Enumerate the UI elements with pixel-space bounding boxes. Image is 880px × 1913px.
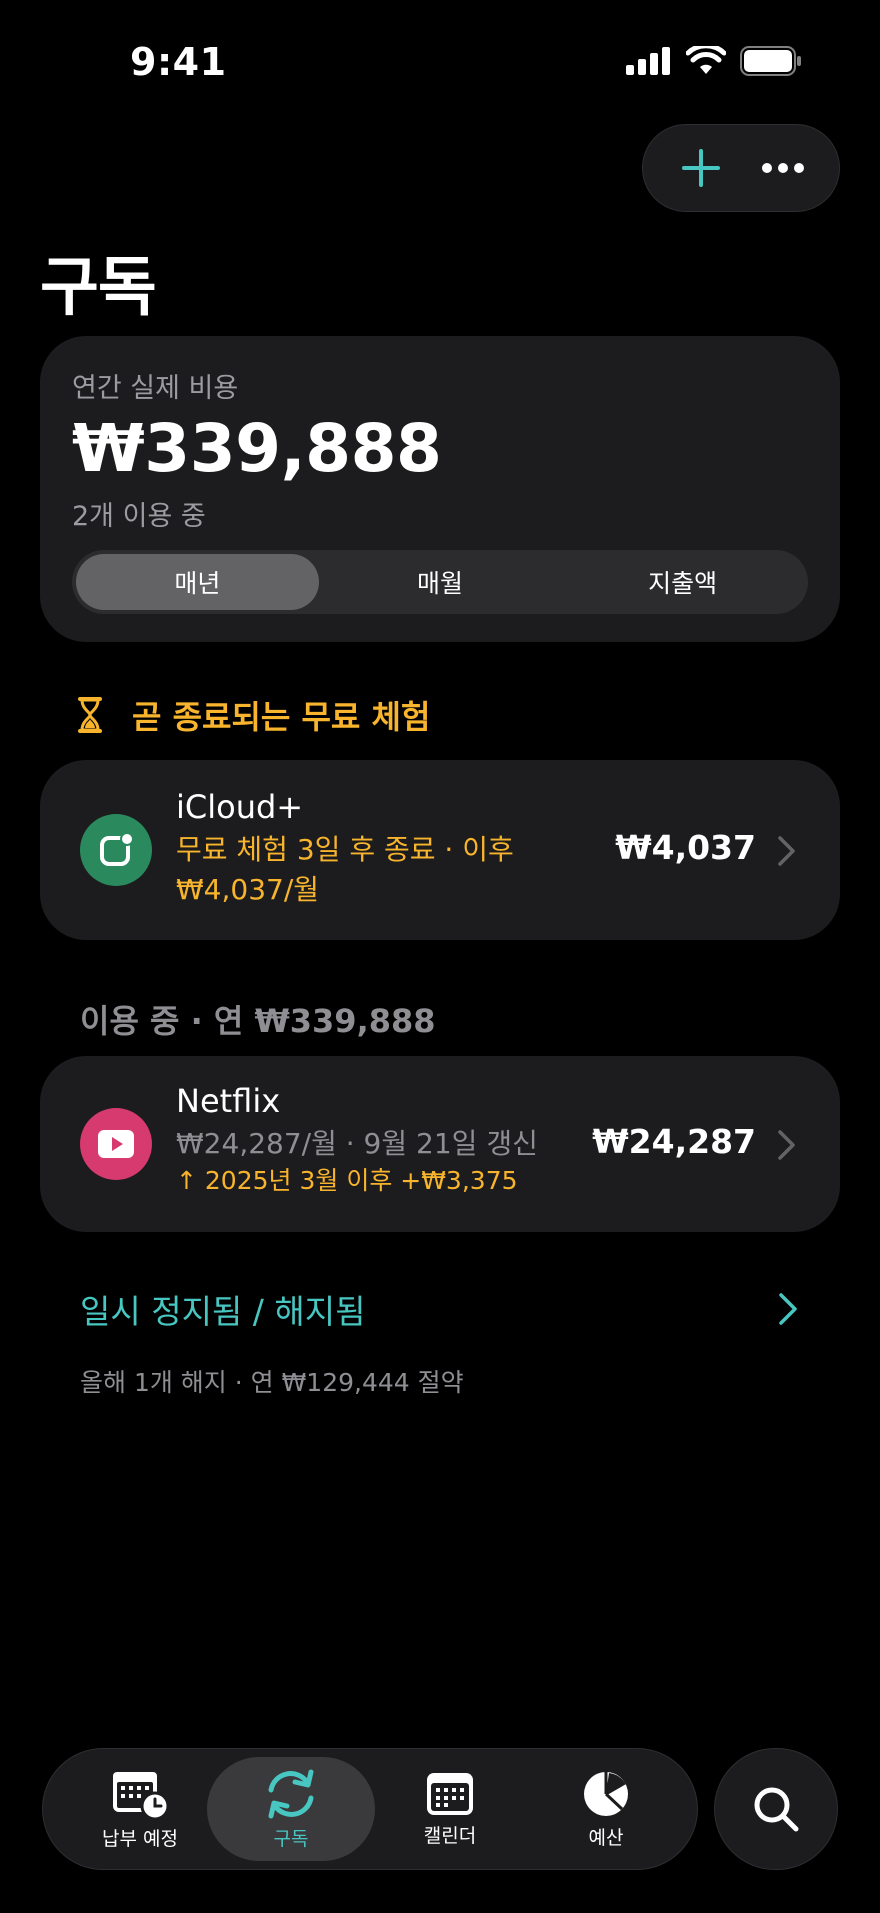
chevron-right-icon <box>778 836 795 866</box>
segment-spend[interactable]: 지출액 <box>561 554 804 610</box>
trial-section-header: 곧 종료되는 무료 체험 <box>78 692 430 738</box>
tab-subscriptions[interactable]: 구독 <box>207 1757 375 1861</box>
pie-chart-icon <box>584 1771 628 1816</box>
netflix-app-icon <box>80 1108 152 1180</box>
status-time: 9:41 <box>130 40 227 84</box>
tab-upcoming[interactable]: 납부 예정 <box>63 1757 217 1861</box>
subscription-billing: ₩24,287/월 · 9월 21일 갱신 <box>176 1127 538 1160</box>
calendar-clock-icon <box>113 1771 170 1820</box>
add-button[interactable] <box>669 136 733 200</box>
ellipsis-icon <box>762 163 804 173</box>
subscription-row-icloud[interactable]: iCloud+ 무료 체험 3일 후 종료 · 이후 ₩4,037/월 ₩4,0… <box>40 760 840 940</box>
subscription-price: ₩4,037 <box>615 828 756 867</box>
signal-icon <box>626 47 670 75</box>
hourglass-icon <box>78 697 102 733</box>
top-action-pill <box>642 124 840 212</box>
subscription-name: iCloud+ <box>176 788 304 826</box>
sync-icon <box>268 1769 314 1818</box>
status-icons <box>626 46 802 76</box>
tab-label: 캘린더 <box>423 1824 477 1847</box>
paused-cancelled-link[interactable]: 일시 정지됨 / 해지됨 <box>80 1285 365 1333</box>
plus-icon <box>682 149 720 187</box>
segment-yearly[interactable]: 매년 <box>76 554 319 610</box>
play-icon <box>98 1130 134 1158</box>
trial-section-title: 곧 종료되는 무료 체험 <box>132 698 431 736</box>
subscription-row-netflix[interactable]: Netflix ₩24,287/월 · 9월 21일 갱신 ↑ 2025년 3월… <box>40 1056 840 1232</box>
trial-desc-line1: 무료 체험 3일 후 종료 · 이후 <box>176 833 514 866</box>
annual-cost-amount: ₩339,888 <box>72 410 442 487</box>
search-icon <box>754 1787 799 1832</box>
calendar-icon <box>427 1772 473 1815</box>
search-button[interactable] <box>714 1748 838 1870</box>
active-count: 2개 이용 중 <box>72 501 206 532</box>
annual-cost-card: 연간 실제 비용 ₩339,888 2개 이용 중 매년 매월 지출액 <box>40 336 840 642</box>
active-section-label: 이용 중 · 연 ₩339,888 <box>80 1002 436 1040</box>
subscription-name: Netflix <box>176 1082 281 1120</box>
tab-bar: 납부 예정 구독 캘린더 예산 <box>42 1748 698 1870</box>
tab-budget[interactable]: 예산 <box>529 1757 683 1861</box>
period-segmented-control: 매년 매월 지출액 <box>72 550 808 614</box>
trial-desc-line2: ₩4,037/월 <box>176 873 320 906</box>
chevron-right-icon <box>778 1130 795 1160</box>
chevron-right-icon[interactable] <box>776 1290 800 1328</box>
more-button[interactable] <box>751 136 815 200</box>
tab-label: 구독 <box>273 1827 309 1850</box>
savings-note: 올해 1개 해지 · 연 ₩129,444 절약 <box>80 1368 464 1397</box>
tab-calendar[interactable]: 캘린더 <box>373 1757 527 1861</box>
annual-cost-label: 연간 실제 비용 <box>72 373 239 404</box>
subscription-price: ₩24,287 <box>592 1122 756 1161</box>
icloud-glyph-icon <box>100 832 134 866</box>
icloud-app-icon <box>80 814 152 886</box>
segment-monthly[interactable]: 매월 <box>319 554 562 610</box>
wifi-icon <box>686 46 726 74</box>
price-increase-note: ↑ 2025년 3월 이후 +₩3,375 <box>176 1166 518 1195</box>
status-bar: 9:41 <box>0 0 880 130</box>
battery-icon <box>740 46 801 76</box>
tab-label: 예산 <box>588 1826 624 1849</box>
tab-label: 납부 예정 <box>102 1827 178 1850</box>
page-title: 구독 <box>40 251 157 325</box>
